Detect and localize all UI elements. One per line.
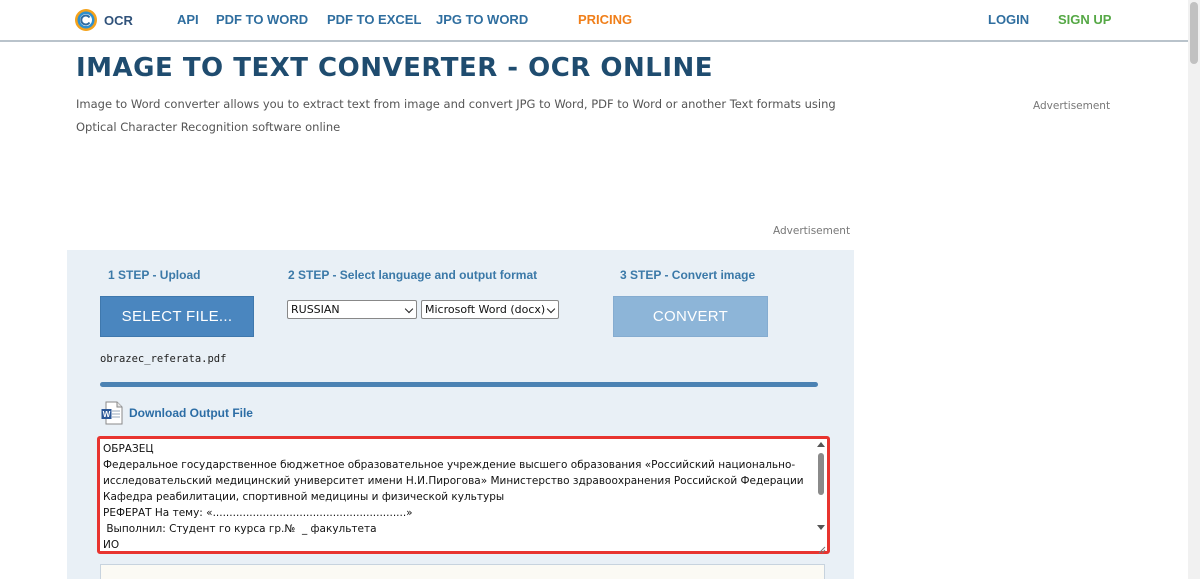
- logo-text: OCR: [104, 12, 133, 28]
- top-navigation: OCR API PDF TO WORD PDF TO EXCEL JPG TO …: [0, 0, 1188, 42]
- text-area-scrollbar-thumb[interactable]: [818, 453, 824, 495]
- step2-label: 2 STEP - Select language and output form…: [288, 268, 538, 282]
- resize-handle-icon[interactable]: [817, 541, 826, 554]
- signup-link[interactable]: SIGN UP: [1058, 12, 1111, 27]
- page-description: Image to Word converter allows you to ex…: [76, 97, 836, 134]
- progress-bar: [100, 382, 818, 387]
- scroll-down-arrow-icon[interactable]: [817, 525, 825, 530]
- convert-button[interactable]: CONVERT: [613, 296, 768, 337]
- step3-label: 3 STEP - Convert image: [620, 268, 756, 282]
- svg-text:W: W: [103, 410, 111, 419]
- nav-link-api[interactable]: API: [177, 12, 199, 27]
- word-document-icon: W: [101, 401, 123, 425]
- chevron-down-icon: [404, 304, 414, 314]
- page-title: IMAGE TO TEXT CONVERTER - OCR ONLINE: [76, 53, 714, 83]
- download-output-label: Download Output File: [129, 406, 253, 420]
- ocr-logo-icon: [74, 8, 98, 32]
- language-select-value: RUSSIAN: [291, 303, 340, 316]
- step1-label: 1 STEP - Upload: [108, 268, 201, 282]
- output-format-select[interactable]: Microsoft Word (docx): [421, 300, 559, 319]
- site-logo[interactable]: OCR: [74, 8, 133, 32]
- nav-link-jpg-to-word[interactable]: JPG TO WORD: [436, 12, 528, 27]
- advertisement-label-middle: Advertisement: [773, 225, 851, 237]
- advertisement-label-right: Advertisement: [1033, 100, 1111, 112]
- page-scrollbar[interactable]: [1188, 0, 1200, 579]
- scroll-up-arrow-icon[interactable]: [817, 442, 825, 447]
- recognized-text-area[interactable]: ОБРАЗЕЦ Федеральное государственное бюдж…: [97, 436, 830, 554]
- language-select[interactable]: RUSSIAN: [287, 300, 417, 319]
- login-link[interactable]: LOGIN: [988, 12, 1029, 27]
- chevron-down-icon: [546, 304, 556, 314]
- page-scrollbar-thumb[interactable]: [1190, 2, 1198, 64]
- recognized-text[interactable]: ОБРАЗЕЦ Федеральное государственное бюдж…: [103, 441, 815, 549]
- nav-link-pdf-to-excel[interactable]: PDF TO EXCEL: [327, 12, 421, 27]
- download-output-link[interactable]: W Download Output File: [101, 401, 253, 425]
- output-format-select-value: Microsoft Word (docx): [425, 303, 546, 316]
- uploaded-file-name: obrazec_referata.pdf: [100, 353, 227, 365]
- nav-link-pricing[interactable]: PRICING: [578, 12, 632, 27]
- select-file-button[interactable]: SELECT FILE...: [100, 296, 254, 337]
- document-preview: [100, 564, 825, 579]
- nav-link-pdf-to-word[interactable]: PDF TO WORD: [216, 12, 308, 27]
- text-area-scrollbar[interactable]: [815, 439, 827, 551]
- converter-panel: 1 STEP - Upload 2 STEP - Select language…: [67, 250, 854, 579]
